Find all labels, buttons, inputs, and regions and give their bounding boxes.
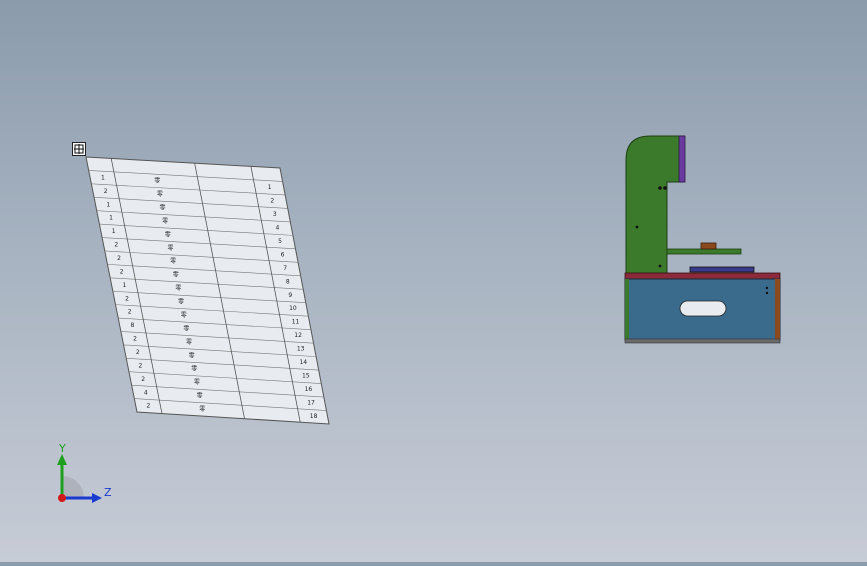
model-bolt <box>663 186 667 190</box>
triad-y-label: Y <box>58 442 66 455</box>
model-arm-block <box>700 242 717 250</box>
machine-model[interactable] <box>0 0 867 562</box>
model-base-slot <box>679 300 727 317</box>
model-bolt <box>765 291 769 295</box>
triad-x-axis <box>58 494 66 502</box>
model-bolt <box>635 225 639 229</box>
model-bolt <box>765 286 769 290</box>
triad-z-arrow <box>92 493 102 503</box>
model-bolt <box>658 264 662 268</box>
model-base-foot <box>624 338 781 344</box>
model-arm <box>666 248 742 255</box>
model-bolt <box>658 186 662 190</box>
model-table-top <box>624 272 781 280</box>
triad-plane <box>62 476 84 498</box>
triad-z-label: Z <box>104 486 112 499</box>
model-purple-plate <box>678 135 686 183</box>
triad-y-arrow <box>57 454 67 465</box>
model-base-left-post <box>625 279 629 340</box>
reference-triad[interactable]: Y Z <box>40 438 130 518</box>
model-base-right-post <box>775 279 780 340</box>
model-tool-plate <box>689 266 755 273</box>
graphics-viewport[interactable]: 1 零 1 2 零 2 1 零 3 1 零 4 1 零 5 2 零 6 2 零 7 2 零 8 1 零 9 2 零 10 2 零 11 8 零 12 2… <box>0 0 867 562</box>
